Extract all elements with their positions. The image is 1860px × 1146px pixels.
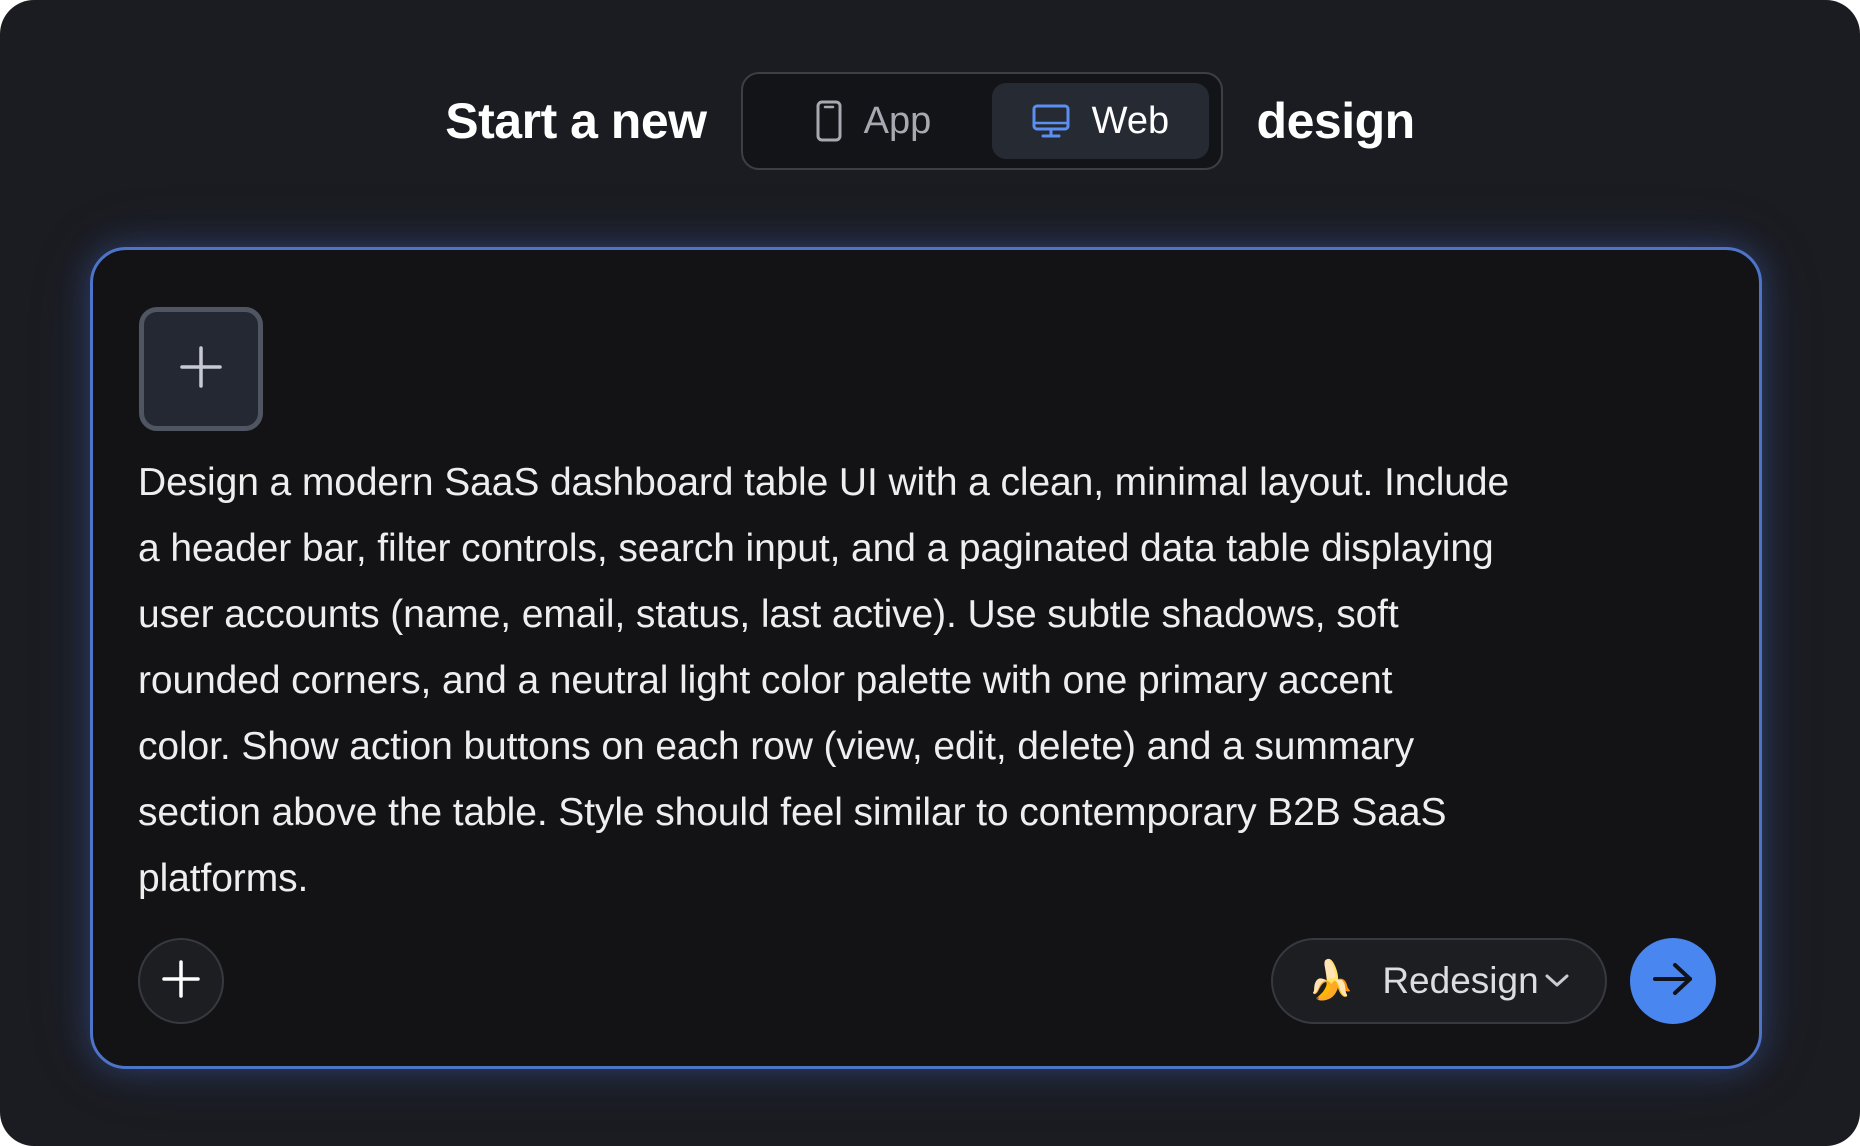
attach-image-button[interactable] <box>139 307 263 431</box>
plus-icon <box>178 344 224 395</box>
platform-toggle: App Web <box>740 72 1223 170</box>
model-select-label: Redesign <box>1382 960 1539 1001</box>
monitor-icon <box>1032 103 1070 139</box>
toggle-option-web[interactable]: Web <box>992 83 1209 159</box>
send-button[interactable] <box>1630 938 1716 1024</box>
title-prefix: Start a new <box>445 93 707 149</box>
toggle-label-app: App <box>863 99 932 142</box>
toggle-label-web: Web <box>1091 99 1170 142</box>
title-suffix: design <box>1256 93 1416 149</box>
app-window: Start a new App Web design Design a mode… <box>0 0 1860 1146</box>
toggle-option-app[interactable]: App <box>755 83 993 159</box>
page-header: Start a new App Web design <box>0 70 1860 172</box>
phone-icon <box>816 100 842 142</box>
arrow-right-icon <box>1651 961 1695 1002</box>
model-select[interactable]: 🍌 Redesign <box>1271 938 1607 1024</box>
prompt-textarea[interactable]: Design a modern SaaS dashboard table UI … <box>138 450 1728 912</box>
add-button[interactable] <box>138 938 224 1024</box>
banana-icon: 🍌 <box>1307 960 1355 1002</box>
chevron-down-icon <box>1545 974 1569 988</box>
prompt-card: Design a modern SaaS dashboard table UI … <box>90 247 1762 1069</box>
plus-icon <box>161 959 201 1004</box>
